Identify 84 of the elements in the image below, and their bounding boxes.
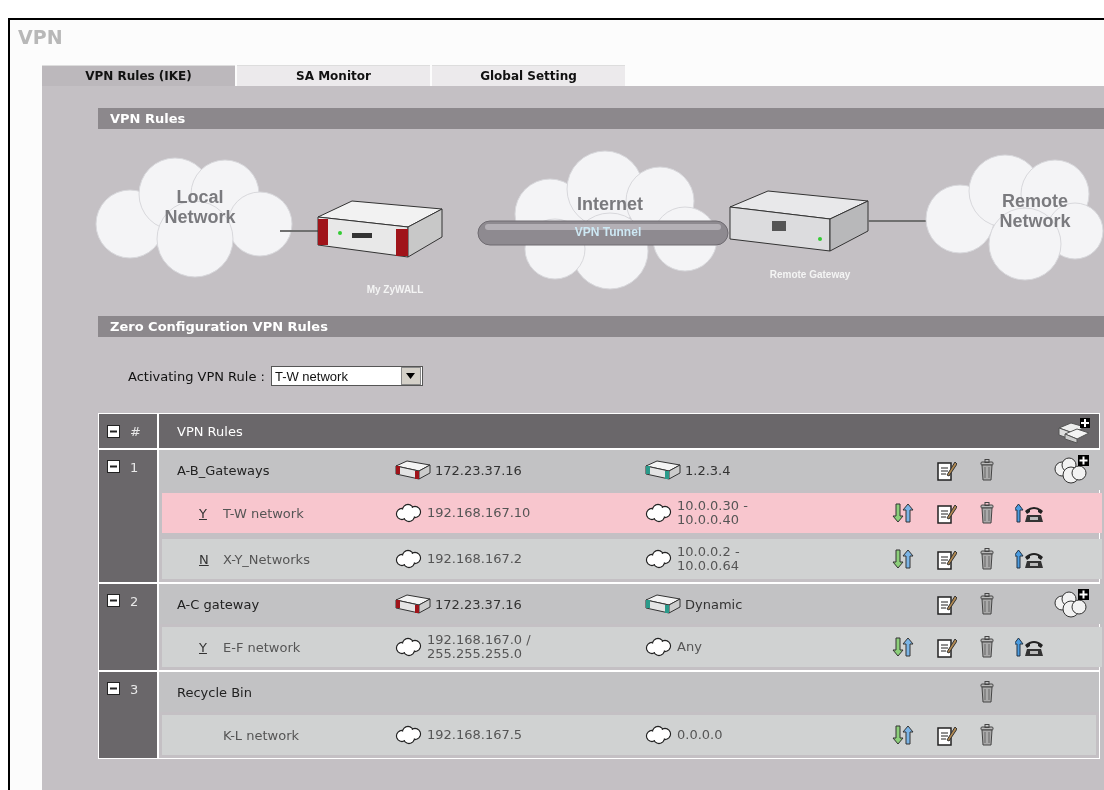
move-arrows-icon[interactable]: [892, 725, 914, 745]
cloud-icon: [395, 503, 423, 523]
cloud-icon: [395, 725, 423, 745]
remote-ip: Dynamic: [685, 596, 743, 612]
cloud-icon: [395, 637, 423, 657]
collapse-icon[interactable]: [107, 682, 120, 695]
edit-icon[interactable]: [937, 548, 957, 570]
diagram-label: Remote Network: [998, 191, 1072, 231]
rule-status[interactable]: N: [199, 551, 223, 567]
local-ip: 172.23.37.16: [435, 596, 522, 612]
rule-row[interactable]: N X-Y_Networks 192.168.167.2 10.0.0.2 - 10.0.0.64: [162, 539, 1102, 579]
collapse-icon[interactable]: [107, 424, 120, 438]
add-rule-icon[interactable]: [1053, 455, 1089, 485]
trash-icon[interactable]: [980, 681, 994, 703]
local-network-address: 192.168.167.5: [427, 728, 523, 742]
section-header: Zero Configuration VPN Rules: [98, 316, 1104, 337]
rule-status[interactable]: Y: [199, 639, 223, 655]
dial-icon[interactable]: [1015, 503, 1045, 523]
row-number: 1: [130, 460, 139, 475]
add-gateway-icon[interactable]: [1057, 418, 1091, 444]
rule-dropdown[interactable]: T-W network: [270, 366, 423, 386]
trash-icon[interactable]: [980, 636, 994, 658]
dial-icon[interactable]: [1015, 637, 1045, 657]
remote-network-address: 10.0.0.30 - 10.0.0.40: [677, 499, 749, 527]
dial-icon[interactable]: [1015, 549, 1045, 569]
rule-row[interactable]: Y T-W network 192.168.167.10 10.0.0.30 - 10.0.0.40: [162, 493, 1102, 533]
field-label: Activating VPN Rule :: [128, 368, 265, 384]
trash-icon[interactable]: [980, 593, 994, 615]
rule-name: K-L network: [223, 727, 300, 743]
router-icon: [395, 594, 431, 614]
router-icon: [395, 460, 431, 480]
edit-icon[interactable]: [937, 502, 957, 524]
move-arrows-icon[interactable]: [892, 549, 914, 569]
column-header: VPN Rules: [177, 423, 243, 439]
cloud-icon: [645, 549, 673, 569]
cloud-icon: [645, 725, 673, 745]
edit-icon[interactable]: [937, 636, 957, 658]
trash-icon[interactable]: [980, 502, 994, 524]
cloud-icon: [395, 549, 423, 569]
gateway-name: A-B_Gateways: [177, 462, 270, 478]
remote-network-address: 10.0.0.2 - 10.0.0.64: [677, 545, 741, 573]
rule-row[interactable]: K-L network 192.168.167.5 0.0.0.0: [162, 715, 1096, 755]
tab[interactable]: SA Monitor: [237, 65, 430, 86]
remote-network-address: Any: [677, 640, 702, 654]
gateway-name: Recycle Bin: [177, 684, 252, 700]
move-arrows-icon[interactable]: [892, 503, 914, 523]
move-arrows-icon[interactable]: [892, 637, 914, 657]
rule-row[interactable]: Y E-F network 192.168.167.0 / 255.255.255.0 Any: [162, 627, 1102, 667]
trash-icon[interactable]: [980, 724, 994, 746]
trash-icon[interactable]: [980, 548, 994, 570]
page-title: VPN: [17, 25, 64, 50]
row-number: 2: [130, 594, 139, 609]
local-network-address: 192.168.167.2: [427, 552, 523, 566]
router-icon: [645, 594, 681, 614]
collapse-icon[interactable]: [107, 594, 120, 607]
router-icon: [645, 460, 681, 480]
edit-icon[interactable]: [937, 593, 957, 615]
rule-name: T-W network: [223, 505, 304, 521]
add-rule-icon[interactable]: [1053, 589, 1089, 619]
tab[interactable]: VPN Rules (IKE): [42, 65, 235, 86]
local-network-address: 192.168.167.10: [427, 506, 531, 520]
remote-ip: 1.2.3.4: [685, 462, 731, 478]
gateway-name: A-C gateway: [177, 596, 260, 612]
diagram-label: Internet: [576, 194, 644, 214]
dropdown-arrow-icon: [406, 373, 416, 379]
collapse-icon[interactable]: [107, 460, 120, 473]
cloud-icon: [645, 637, 673, 657]
edit-icon[interactable]: [937, 724, 957, 746]
rule-status[interactable]: Y: [199, 505, 223, 521]
edit-icon[interactable]: [937, 459, 957, 481]
local-network-address: 192.168.167.0 / 255.255.255.0: [427, 633, 532, 661]
section-header: VPN Rules: [98, 108, 1104, 129]
row-number: 3: [130, 682, 139, 697]
tab[interactable]: Global Setting: [432, 65, 625, 86]
remote-network-address: 0.0.0.0: [677, 728, 723, 742]
rule-name: X-Y_Networks: [223, 551, 310, 567]
cloud-icon: [645, 503, 673, 523]
rule-name: E-F network: [223, 639, 301, 655]
connector-line: [867, 220, 927, 222]
local-ip: 172.23.37.16: [435, 462, 522, 478]
diagram-label: Local Network: [163, 187, 237, 227]
column-header: #: [130, 423, 141, 439]
trash-icon[interactable]: [980, 459, 994, 481]
tunnel-label: VPN Tunnel: [573, 225, 643, 239]
